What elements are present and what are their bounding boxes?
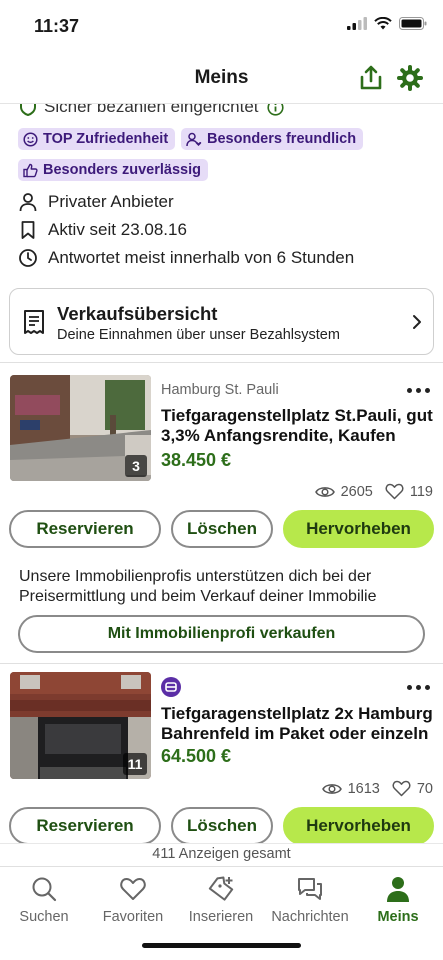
pro-seller-badge [161,677,181,697]
status-bar: 11:37 [0,0,443,50]
response-time-label: Antwortet meist innerhalb von 6 Stunden [48,248,355,267]
heart-icon [385,483,404,500]
image-count: 3 [125,455,147,477]
badge-label: TOP Zufriedenheit [43,131,169,147]
active-since-row: Aktiv seit 23.08.16 [18,220,187,240]
sell-with-realestate-pro-button[interactable]: Mit Immobilienprofi verkaufen [18,615,425,653]
reserve-button[interactable]: Reservieren [9,510,161,548]
sales-overview-card[interactable]: Verkaufsübersicht Deine Einnahmen über u… [9,288,434,355]
highlight-button[interactable]: Hervorheben [283,807,434,844]
image-count: 11 [123,753,147,775]
content-scroll-area[interactable]: Sicher bezahlen eingerichtet TOP Zufried… [0,104,443,844]
thumbs-up-icon [23,163,38,177]
sales-overview-title: Verkaufsübersicht [57,303,218,324]
receipt-icon [24,310,44,334]
clock-icon [19,249,37,267]
status-time: 11:37 [34,16,80,36]
eye-icon [314,486,335,497]
tab-search[interactable]: Suchen [0,873,88,925]
tab-label: Favoriten [102,909,164,925]
listing-title[interactable]: Tiefgaragenstellplatz 2x Hamburg Bahrenf… [161,704,436,744]
person-icon [19,193,37,212]
reserve-button[interactable]: Reservieren [9,807,161,844]
badge-reliable: Besonders zuverlässig [18,159,208,181]
view-count: 1613 [347,780,380,797]
wifi-icon [374,17,392,30]
more-options-button[interactable] [407,681,433,693]
badge-top-satisfaction: TOP Zufriedenheit [18,128,176,150]
tab-label: Nachrichten [271,909,349,925]
search-icon [32,877,57,902]
smiley-icon [23,131,38,147]
listing-stats: 1613 70 [321,780,433,797]
cellular-signal-icon [347,17,367,30]
tab-messages[interactable]: Nachrichten [266,873,354,925]
view-count: 2605 [340,483,373,500]
header: Meins [0,50,443,104]
divider [0,663,443,664]
total-ads-count: 411 Anzeigen gesamt [0,843,443,865]
listing-stats: 2605 119 [314,483,433,500]
delete-button[interactable]: Löschen [171,807,273,844]
tab-favorites[interactable]: Favoriten [89,873,177,925]
response-time-row: Antwortet meist innerhalb von 6 Stunden [18,248,354,268]
listing-thumbnail[interactable]: 11 [10,672,151,779]
realestate-promo-text: Unsere Immobilienprofis unterstützen dic… [19,568,377,605]
secure-payment-row: Sicher bezahlen eingerichtet [20,104,284,117]
heart-icon [120,878,146,900]
bookmark-icon [21,221,35,239]
listing-price: 38.450 € [161,450,232,470]
listing-thumbnail[interactable]: 3 [10,375,151,481]
seller-type-row: Privater Anbieter [18,192,174,212]
tab-label: Meins [377,909,419,925]
badge-label: Besonders freundlich [207,131,357,147]
listing-title[interactable]: Tiefgaragenstellplatz St.Pauli, gut 3,3%… [161,406,436,446]
highlight-button[interactable]: Hervorheben [283,510,434,548]
badge-friendly: Besonders freundlich [181,128,364,150]
battery-icon [399,17,427,30]
delete-button[interactable]: Löschen [171,510,273,548]
more-options-button[interactable] [407,384,433,396]
shield-icon [20,104,36,116]
chat-bubbles-icon [298,878,322,900]
favorite-count: 70 [416,780,433,797]
share-icon [360,65,382,90]
seller-type-label: Privater Anbieter [48,192,174,211]
pro-seller-icon [165,682,177,692]
settings-button[interactable] [396,64,424,92]
listing-price: 64.500 € [161,746,232,766]
secure-payment-label: Sicher bezahlen eingerichtet [44,104,259,116]
listing-location: Hamburg St. Pauli [161,382,279,398]
tab-label: Inserieren [188,909,254,925]
heart-icon [392,780,411,797]
tab-label: Suchen [19,909,69,925]
active-since-label: Aktiv seit 23.08.16 [48,220,187,239]
tab-post-ad[interactable]: Inserieren [177,873,265,925]
divider [0,362,443,363]
gear-icon [397,65,423,91]
favorite-count: 119 [409,483,433,500]
person-heart-icon [186,132,202,146]
person-filled-icon [387,877,409,902]
chevron-right-icon [413,315,421,329]
share-button[interactable] [357,64,385,92]
home-indicator [142,943,301,948]
tab-my-account[interactable]: Meins [354,873,442,925]
tag-plus-icon [208,876,234,901]
badge-label: Besonders zuverlässig [43,162,201,178]
eye-icon [321,783,342,794]
sales-overview-subtitle: Deine Einnahmen über unser Bezahlsystem [57,327,340,343]
info-icon[interactable] [266,104,284,116]
